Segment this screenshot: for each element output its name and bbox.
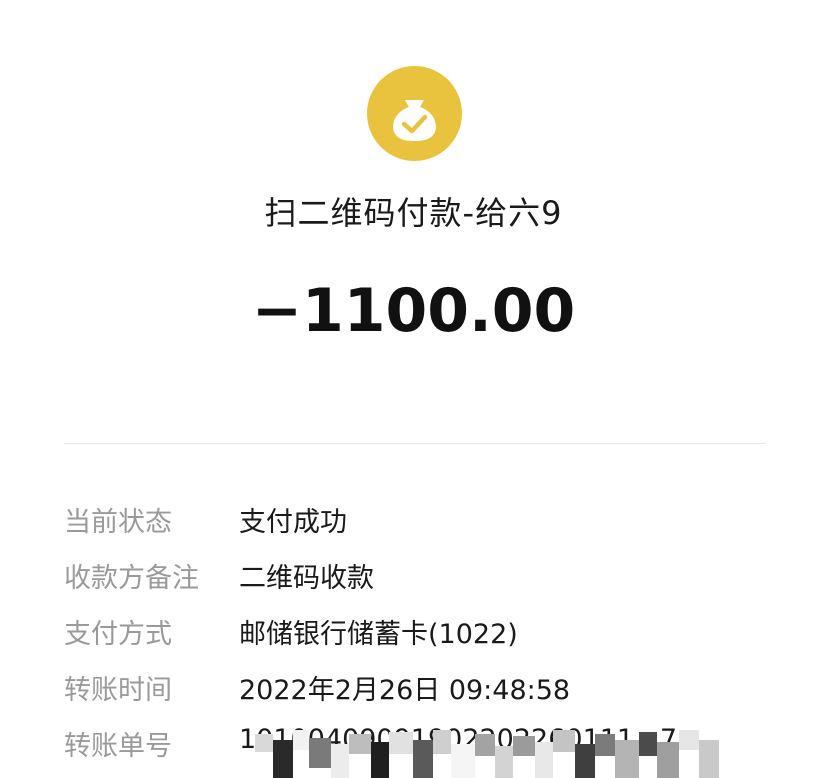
transfer-time-label: 转账时间 [64, 675, 172, 706]
detail-row-transfer-time: 转账时间 2022年2月26日 09:48:58 [0, 668, 827, 708]
status-value: 支付成功 [239, 507, 347, 538]
transfer-time-value: 2022年2月26日 09:48:58 [239, 675, 571, 706]
divider [64, 443, 766, 444]
transaction-amount: −1100.00 [251, 276, 576, 346]
detail-row-payment-method: 支付方式 邮储银行储蓄卡(1022) [0, 612, 827, 652]
money-bag-check-icon-graphic [393, 100, 436, 141]
payment-method-label: 支付方式 [64, 619, 172, 650]
detail-row-payee-note: 收款方备注 二维码收款 [0, 556, 827, 596]
money-bag-check-icon [367, 66, 462, 161]
detail-row-status: 当前状态 支付成功 [0, 500, 827, 540]
payment-method-value: 邮储银行储蓄卡(1022) [239, 619, 518, 650]
redaction-mosaic [255, 730, 745, 778]
transfer-id-label: 转账单号 [64, 731, 172, 762]
merchant-title: 扫二维码付款-给六9 [264, 194, 563, 232]
payee-note-value: 二维码收款 [239, 563, 374, 594]
payee-note-label: 收款方备注 [64, 563, 199, 594]
status-label: 当前状态 [64, 507, 172, 538]
